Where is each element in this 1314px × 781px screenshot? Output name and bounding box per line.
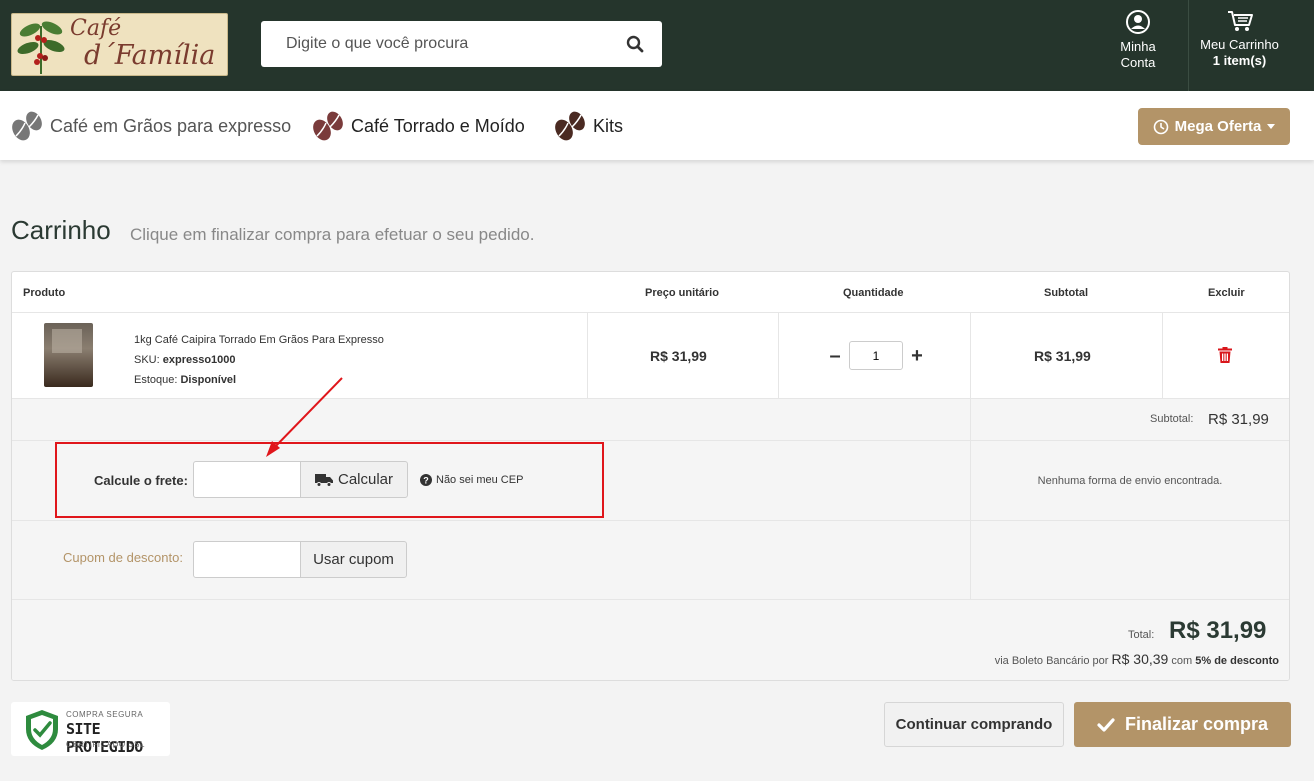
boleto-prefix: via Boleto Bancário por xyxy=(994,655,1109,667)
coffee-plant-icon xyxy=(17,21,65,74)
table-row: 1kg Café Caipira Torrado Em Grãos Para E… xyxy=(12,313,1289,399)
subtotal-value: R$ 31,99 xyxy=(1208,411,1269,428)
category-nav: Café em Grãos para expresso Café Torrado… xyxy=(0,91,1314,160)
trash-icon[interactable] xyxy=(1218,347,1232,363)
secure-site-badge: COMPRA SEGURA SITE PROTEGIDO CERTIFICADO… xyxy=(11,702,170,756)
category-kits[interactable]: Kits xyxy=(554,109,623,143)
search-box xyxy=(261,21,662,67)
user-icon xyxy=(1126,10,1150,34)
coffee-beans-icon xyxy=(313,111,343,141)
item-subtotal: R$ 31,99 xyxy=(1034,348,1091,364)
subtotal-row: Subtotal: R$ 31,99 xyxy=(12,399,1289,441)
cart-icon xyxy=(1227,11,1253,31)
total-label: Total: xyxy=(1128,629,1155,641)
divider xyxy=(778,313,779,398)
coupon-label: Cupom de desconto: xyxy=(63,550,183,565)
search-icon[interactable] xyxy=(626,35,644,53)
category-graos-expresso[interactable]: Café em Grãos para expresso xyxy=(11,109,291,143)
cart-count: 1 item(s) xyxy=(1212,53,1267,68)
product-stock: Estoque: Disponível xyxy=(134,370,384,390)
checkout-button[interactable]: Finalizar compra xyxy=(1074,702,1291,747)
header-product: Produto xyxy=(23,287,66,299)
top-header: Café d´Família Minha Conta Meu Carrinho … xyxy=(0,0,1314,91)
logo-text-line1: Café xyxy=(70,16,122,41)
quantity-input[interactable] xyxy=(849,341,903,370)
my-account-link[interactable]: Minha Conta xyxy=(1104,0,1172,91)
category-label: Café em Grãos para expresso xyxy=(50,115,292,136)
cart-label: Meu Carrinho xyxy=(1200,37,1279,52)
quantity-stepper: – + xyxy=(824,341,928,370)
apply-coupon-button[interactable]: Usar cupom xyxy=(300,541,407,578)
header-unit-price: Preço unitário xyxy=(645,287,719,299)
boleto-value: R$ 30,39 xyxy=(1111,651,1169,667)
page-title: Carrinho xyxy=(11,215,111,245)
site-logo[interactable]: Café d´Família xyxy=(11,13,228,76)
coupon-row: Cupom de desconto: Usar cupom xyxy=(12,521,1289,600)
header-subtotal: Subtotal xyxy=(1044,287,1088,299)
coffee-beans-icon xyxy=(12,111,42,141)
check-icon xyxy=(1097,717,1115,732)
boleto-info: via Boleto Bancário por R$ 30,39 com 5% … xyxy=(995,651,1279,667)
sku-value: expresso1000 xyxy=(162,354,236,366)
coffee-beans-icon xyxy=(555,111,585,141)
product-sku: SKU: expresso1000 xyxy=(134,350,384,370)
coupon-input[interactable] xyxy=(193,541,301,578)
caret-down-icon xyxy=(1267,124,1276,129)
badge-main-text: SITE PROTEGIDO xyxy=(66,720,143,756)
stock-value: Disponível xyxy=(180,374,237,386)
unit-price: R$ 31,99 xyxy=(650,348,707,364)
product-thumbnail[interactable] xyxy=(44,323,93,387)
table-header: Produto Preço unitário Quantidade Subtot… xyxy=(12,272,1289,313)
sku-label: SKU: xyxy=(134,354,160,366)
boleto-discount: 5% de desconto xyxy=(1195,655,1279,667)
divider xyxy=(970,521,971,599)
shield-check-icon xyxy=(26,710,58,750)
account-label-line2: Conta xyxy=(1120,55,1156,70)
divider xyxy=(1162,313,1163,398)
badge-top-text: COMPRA SEGURA xyxy=(66,710,144,719)
continue-shopping-button[interactable]: Continuar comprando xyxy=(884,702,1064,747)
boleto-with: com xyxy=(1171,655,1193,667)
subtotal-label: Subtotal: xyxy=(1150,413,1194,425)
divider xyxy=(970,313,971,398)
search-input[interactable] xyxy=(273,21,613,67)
divider xyxy=(587,313,588,398)
logo-text-line2: d´Família xyxy=(84,40,216,71)
total-row: Total: R$ 31,99 via Boleto Bancário por … xyxy=(12,600,1289,680)
annotation-highlight-box xyxy=(55,442,604,518)
mega-offer-label: Mega Oferta xyxy=(1174,118,1262,135)
decrease-quantity-button[interactable]: – xyxy=(824,346,846,366)
category-label: Café Torrado e Moído xyxy=(351,115,525,136)
product-info: 1kg Café Caipira Torrado Em Grãos Para E… xyxy=(134,330,384,390)
my-cart-link[interactable]: Meu Carrinho 1 item(s) xyxy=(1188,0,1290,91)
increase-quantity-button[interactable]: + xyxy=(906,346,928,366)
divider xyxy=(970,399,971,440)
checkout-label: Finalizar compra xyxy=(1124,714,1269,734)
account-label-line1: Minha xyxy=(1120,39,1156,54)
no-shipping-message: Nenhuma forma de envio encontrada. xyxy=(1037,475,1223,487)
clock-icon xyxy=(1153,119,1168,134)
category-label: Kits xyxy=(593,115,624,136)
page-subtitle: Clique em finalizar compra para efetuar … xyxy=(130,225,535,244)
header-quantity: Quantidade xyxy=(843,287,904,299)
stock-label: Estoque: xyxy=(134,374,178,386)
header-delete: Excluir xyxy=(1208,287,1245,299)
total-value: R$ 31,99 xyxy=(1169,617,1267,644)
category-torrado-moido[interactable]: Café Torrado e Moído xyxy=(312,109,525,143)
product-name[interactable]: 1kg Café Caipira Torrado Em Grãos Para E… xyxy=(134,330,384,350)
badge-bottom-text: CERTIFICADO SSL xyxy=(66,740,145,749)
mega-offer-button[interactable]: Mega Oferta xyxy=(1138,108,1290,145)
